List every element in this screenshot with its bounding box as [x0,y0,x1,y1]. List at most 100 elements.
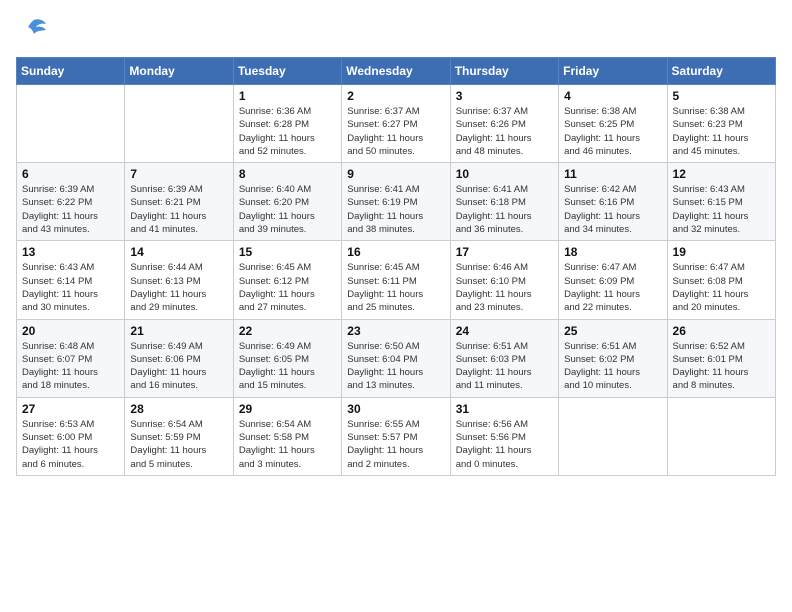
calendar-cell: 18 Sunrise: 6:47 AM Sunset: 6:09 PM Dayli… [559,241,667,319]
day-detail: Sunrise: 6:47 AM Sunset: 6:09 PM Dayligh… [564,261,661,314]
calendar-week-row: 1 Sunrise: 6:36 AM Sunset: 6:28 PM Daylig… [17,85,776,163]
day-number: 11 [564,167,661,181]
day-number: 1 [239,89,336,103]
calendar-header-sunday: Sunday [17,58,125,85]
day-number: 19 [673,245,770,259]
day-detail: Sunrise: 6:55 AM Sunset: 5:57 PM Dayligh… [347,418,444,471]
calendar-header-thursday: Thursday [450,58,558,85]
day-number: 13 [22,245,119,259]
day-detail: Sunrise: 6:40 AM Sunset: 6:20 PM Dayligh… [239,183,336,236]
day-detail: Sunrise: 6:41 AM Sunset: 6:19 PM Dayligh… [347,183,444,236]
day-number: 21 [130,324,227,338]
calendar-header-monday: Monday [125,58,233,85]
calendar-cell: 17 Sunrise: 6:46 AM Sunset: 6:10 PM Dayli… [450,241,558,319]
day-detail: Sunrise: 6:54 AM Sunset: 5:58 PM Dayligh… [239,418,336,471]
calendar-cell: 22 Sunrise: 6:49 AM Sunset: 6:05 PM Dayli… [233,319,341,397]
calendar-cell [125,85,233,163]
day-detail: Sunrise: 6:51 AM Sunset: 6:02 PM Dayligh… [564,340,661,393]
day-number: 20 [22,324,119,338]
day-detail: Sunrise: 6:48 AM Sunset: 6:07 PM Dayligh… [22,340,119,393]
day-detail: Sunrise: 6:38 AM Sunset: 6:25 PM Dayligh… [564,105,661,158]
calendar-cell: 7 Sunrise: 6:39 AM Sunset: 6:21 PM Daylig… [125,163,233,241]
day-detail: Sunrise: 6:50 AM Sunset: 6:04 PM Dayligh… [347,340,444,393]
day-detail: Sunrise: 6:51 AM Sunset: 6:03 PM Dayligh… [456,340,553,393]
calendar-cell: 3 Sunrise: 6:37 AM Sunset: 6:26 PM Daylig… [450,85,558,163]
calendar-cell: 2Sunrise: 6:37 AM Sunset: 6:27 PM Daylig… [342,85,450,163]
calendar-cell: 4 Sunrise: 6:38 AM Sunset: 6:25 PM Daylig… [559,85,667,163]
day-number: 25 [564,324,661,338]
calendar-cell: 9 Sunrise: 6:41 AM Sunset: 6:19 PM Daylig… [342,163,450,241]
calendar-header-tuesday: Tuesday [233,58,341,85]
calendar-cell: 11 Sunrise: 6:42 AM Sunset: 6:16 PM Dayli… [559,163,667,241]
day-number: 29 [239,402,336,416]
day-detail: Sunrise: 6:53 AM Sunset: 6:00 PM Dayligh… [22,418,119,471]
day-detail: Sunrise: 6:39 AM Sunset: 6:21 PM Dayligh… [130,183,227,236]
calendar-header-friday: Friday [559,58,667,85]
day-number: 17 [456,245,553,259]
day-number: 14 [130,245,227,259]
day-detail: Sunrise: 6:52 AM Sunset: 6:01 PM Dayligh… [673,340,770,393]
day-number: 3 [456,89,553,103]
day-detail: Sunrise: 6:49 AM Sunset: 6:05 PM Dayligh… [239,340,336,393]
day-number: 12 [673,167,770,181]
day-detail: Sunrise: 6:42 AM Sunset: 6:16 PM Dayligh… [564,183,661,236]
calendar-cell: 5Sunrise: 6:38 AM Sunset: 6:23 PM Daylig… [667,85,775,163]
calendar-cell: 26 Sunrise: 6:52 AM Sunset: 6:01 PM Dayli… [667,319,775,397]
day-detail: Sunrise: 6:45 AM Sunset: 6:11 PM Dayligh… [347,261,444,314]
calendar-cell: 25 Sunrise: 6:51 AM Sunset: 6:02 PM Dayli… [559,319,667,397]
calendar-cell: 14 Sunrise: 6:44 AM Sunset: 6:13 PM Dayli… [125,241,233,319]
calendar-cell: 19 Sunrise: 6:47 AM Sunset: 6:08 PM Dayli… [667,241,775,319]
calendar-cell: 21 Sunrise: 6:49 AM Sunset: 6:06 PM Dayli… [125,319,233,397]
calendar-header-wednesday: Wednesday [342,58,450,85]
calendar-cell: 15 Sunrise: 6:45 AM Sunset: 6:12 PM Dayli… [233,241,341,319]
day-number: 16 [347,245,444,259]
day-number: 27 [22,402,119,416]
day-detail: Sunrise: 6:38 AM Sunset: 6:23 PM Dayligh… [673,105,770,158]
day-number: 4 [564,89,661,103]
calendar-cell: 10Sunrise: 6:41 AM Sunset: 6:18 PM Dayli… [450,163,558,241]
calendar-cell [17,85,125,163]
calendar-cell [559,397,667,475]
calendar-cell: 28 Sunrise: 6:54 AM Sunset: 5:59 PM Dayli… [125,397,233,475]
day-number: 6 [22,167,119,181]
day-detail: Sunrise: 6:45 AM Sunset: 6:12 PM Dayligh… [239,261,336,314]
day-detail: Sunrise: 6:49 AM Sunset: 6:06 PM Dayligh… [130,340,227,393]
calendar-week-row: 27 Sunrise: 6:53 AM Sunset: 6:00 PM Dayli… [17,397,776,475]
day-number: 8 [239,167,336,181]
day-detail: Sunrise: 6:54 AM Sunset: 5:59 PM Dayligh… [130,418,227,471]
day-detail: Sunrise: 6:36 AM Sunset: 6:28 PM Dayligh… [239,105,336,158]
calendar-cell: 24 Sunrise: 6:51 AM Sunset: 6:03 PM Dayli… [450,319,558,397]
calendar-cell: 6 Sunrise: 6:39 AM Sunset: 6:22 PM Daylig… [17,163,125,241]
calendar-cell: 29 Sunrise: 6:54 AM Sunset: 5:58 PM Dayli… [233,397,341,475]
day-number: 28 [130,402,227,416]
day-detail: Sunrise: 6:47 AM Sunset: 6:08 PM Dayligh… [673,261,770,314]
day-number: 10 [456,167,553,181]
calendar-header-saturday: Saturday [667,58,775,85]
day-detail: Sunrise: 6:39 AM Sunset: 6:22 PM Dayligh… [22,183,119,236]
logo-bird-icon [20,16,48,49]
day-number: 7 [130,167,227,181]
calendar-cell: 30 Sunrise: 6:55 AM Sunset: 5:57 PM Dayli… [342,397,450,475]
calendar-cell: 31Sunrise: 6:56 AM Sunset: 5:56 PM Dayli… [450,397,558,475]
day-number: 2 [347,89,444,103]
calendar-cell: 13Sunrise: 6:43 AM Sunset: 6:14 PM Dayli… [17,241,125,319]
calendar-cell: 12Sunrise: 6:43 AM Sunset: 6:15 PM Dayli… [667,163,775,241]
day-number: 18 [564,245,661,259]
day-detail: Sunrise: 6:37 AM Sunset: 6:26 PM Dayligh… [456,105,553,158]
calendar-cell: 23 Sunrise: 6:50 AM Sunset: 6:04 PM Dayli… [342,319,450,397]
calendar-week-row: 6 Sunrise: 6:39 AM Sunset: 6:22 PM Daylig… [17,163,776,241]
day-number: 26 [673,324,770,338]
day-number: 9 [347,167,444,181]
day-number: 24 [456,324,553,338]
calendar-week-row: 20 Sunrise: 6:48 AM Sunset: 6:07 PM Dayli… [17,319,776,397]
day-detail: Sunrise: 6:44 AM Sunset: 6:13 PM Dayligh… [130,261,227,314]
day-number: 22 [239,324,336,338]
calendar-week-row: 13Sunrise: 6:43 AM Sunset: 6:14 PM Dayli… [17,241,776,319]
day-number: 23 [347,324,444,338]
day-detail: Sunrise: 6:56 AM Sunset: 5:56 PM Dayligh… [456,418,553,471]
day-detail: Sunrise: 6:46 AM Sunset: 6:10 PM Dayligh… [456,261,553,314]
calendar-cell: 27 Sunrise: 6:53 AM Sunset: 6:00 PM Dayli… [17,397,125,475]
day-number: 15 [239,245,336,259]
day-number: 30 [347,402,444,416]
calendar-header-row: SundayMondayTuesdayWednesdayThursdayFrid… [17,58,776,85]
